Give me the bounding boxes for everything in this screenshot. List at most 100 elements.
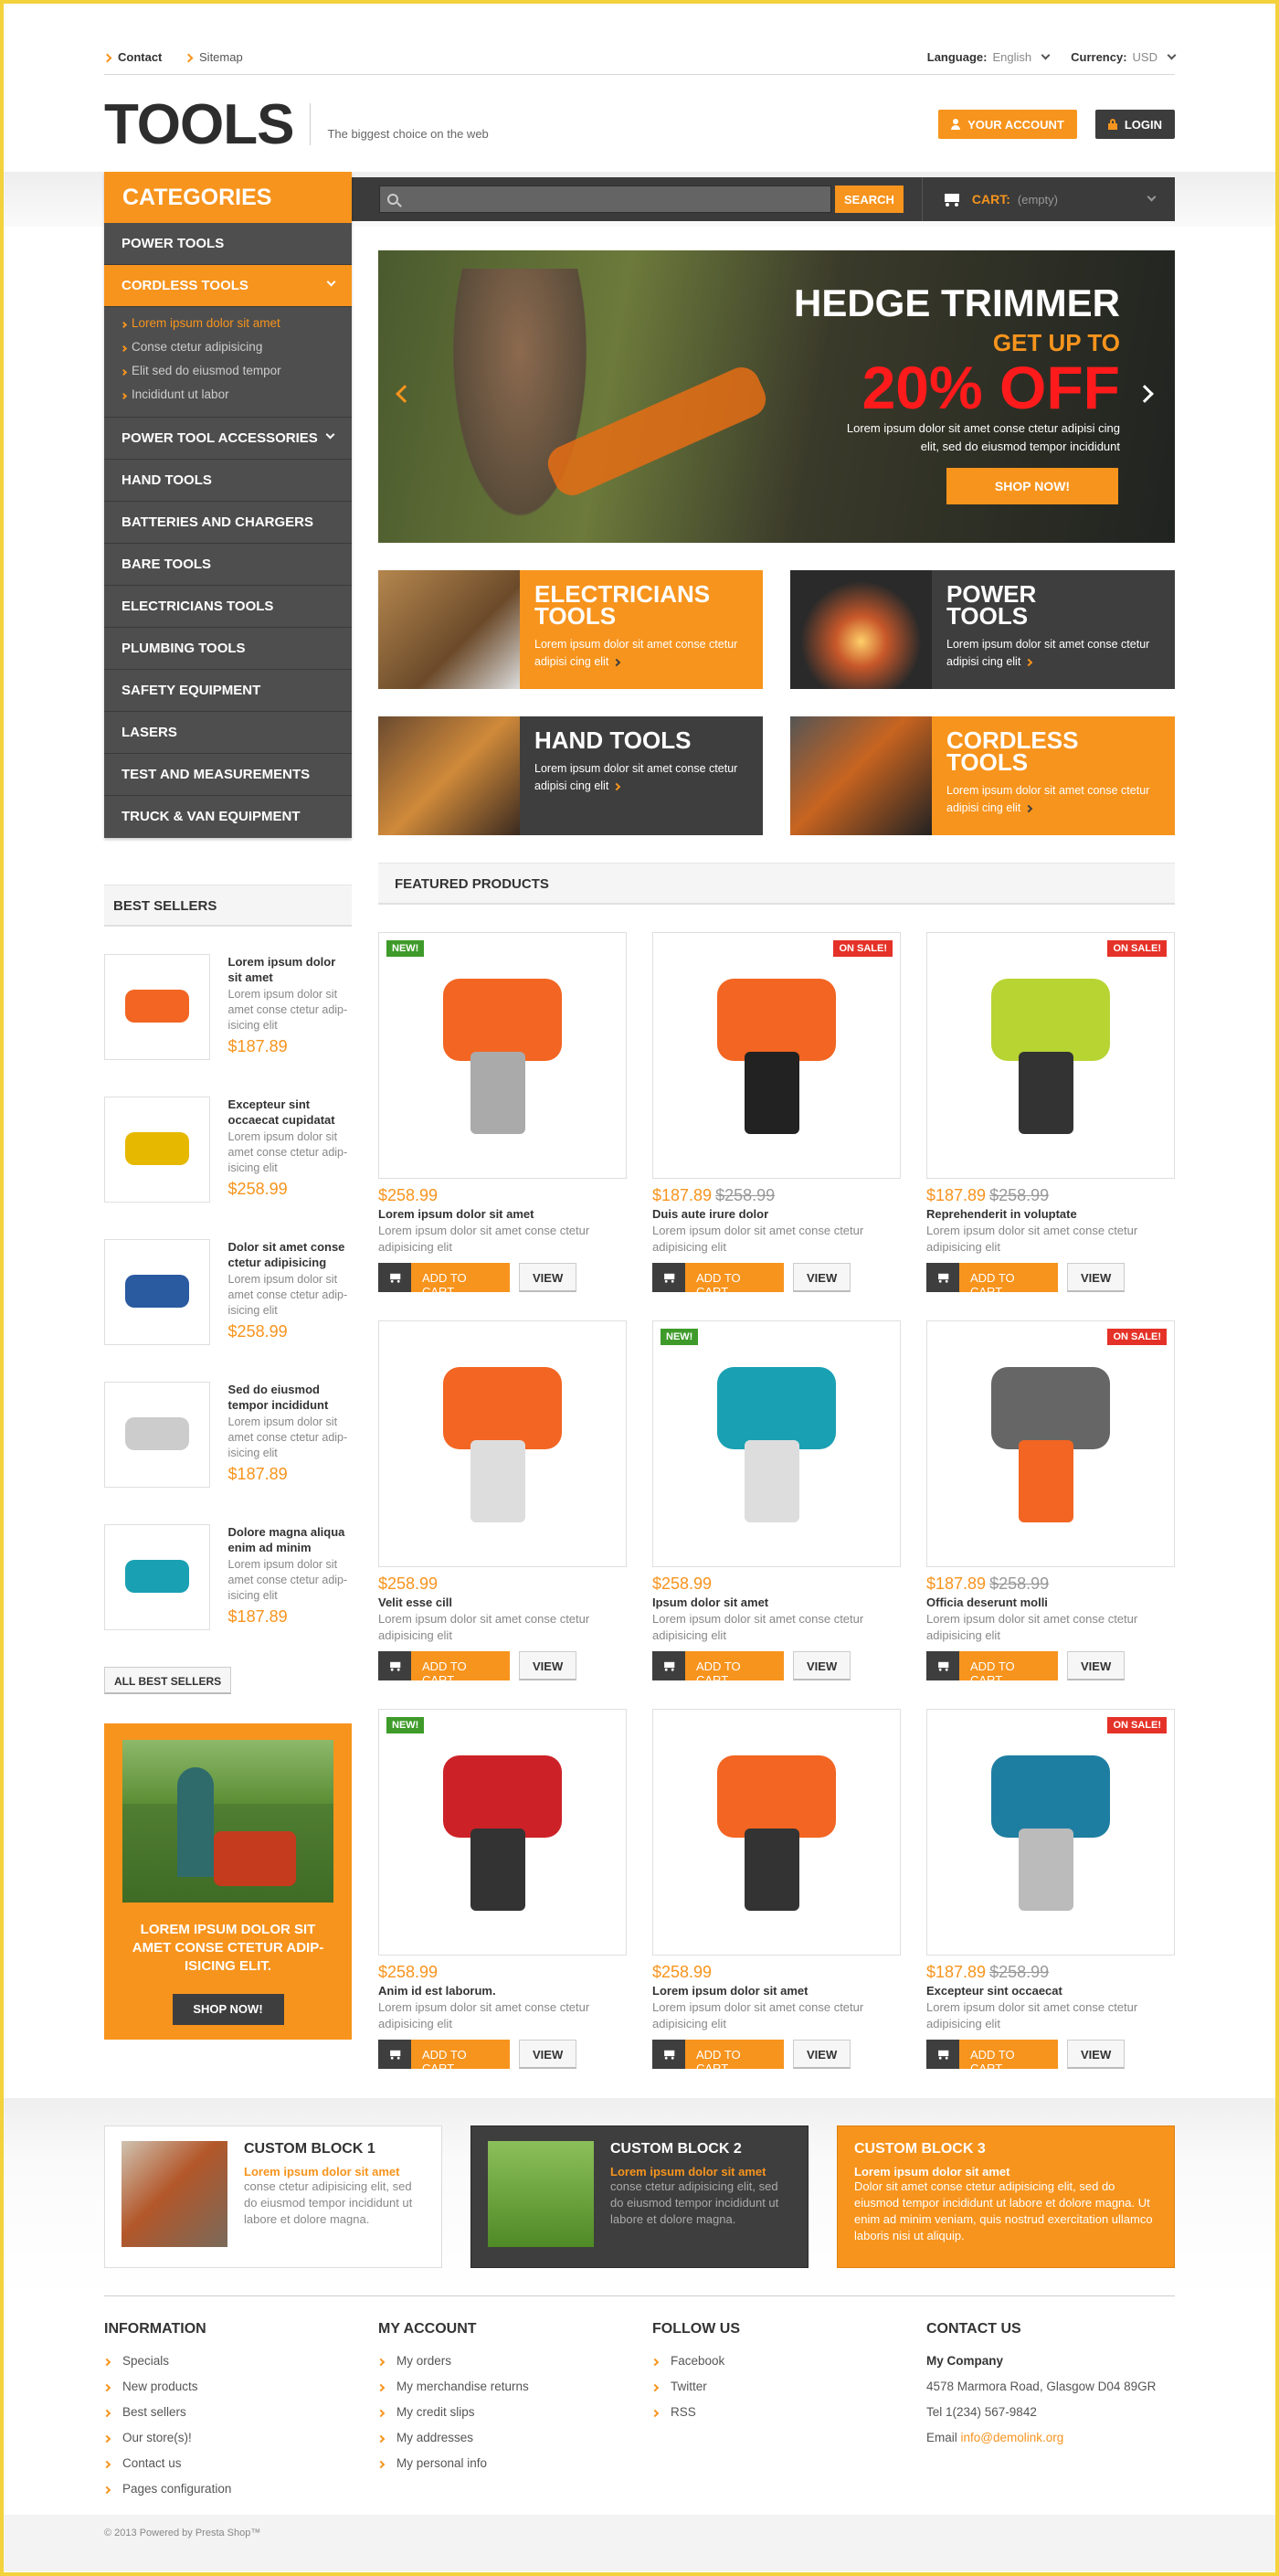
best-seller-item[interactable]: Dolor sit amet conse ctetur adipisicing L…	[104, 1239, 352, 1358]
category-bare-tools[interactable]: BARE TOOLS	[104, 544, 352, 586]
email-link[interactable]: info@demolink.org	[961, 2431, 1064, 2444]
category-cordless-tools[interactable]: CORDLESS TOOLS	[104, 265, 352, 307]
product-card[interactable]: ON SALE! $187.89 $258.99 Duis aute irure do…	[652, 932, 901, 1299]
twitter-link[interactable]: Twitter	[650, 2380, 917, 2405]
add-to-cart-button[interactable]: ADD TO CART	[652, 2040, 784, 2075]
view-button[interactable]: VIEW	[519, 1263, 577, 1292]
footer-link[interactable]: My credit slips	[376, 2405, 643, 2431]
product-card[interactable]: $258.99 Velit esse cill Lorem ipsum dolor …	[378, 1320, 627, 1687]
product-name[interactable]: Reprehenderit in voluptate	[926, 1207, 1175, 1221]
footer-link[interactable]: Specials	[102, 2354, 369, 2380]
product-image[interactable]	[378, 1320, 627, 1567]
contact-link[interactable]: Contact	[118, 50, 162, 64]
footer-link[interactable]: Contact us	[102, 2456, 369, 2482]
footer-link[interactable]: My addresses	[376, 2431, 643, 2456]
category-power-tool-accessories[interactable]: POWER TOOL ACCESSORIES	[104, 418, 352, 460]
product-name[interactable]: Duis aute irure dolor	[652, 1207, 901, 1221]
hero-shop-now-button[interactable]: SHOP NOW!	[946, 468, 1118, 504]
best-seller-image[interactable]	[104, 1382, 210, 1488]
product-image[interactable]: ON SALE!	[926, 932, 1175, 1179]
best-seller-item[interactable]: Dolore magna aliqua enim ad minim Lorem i…	[104, 1524, 352, 1643]
promo-shop-now-button[interactable]: SHOP NOW!	[172, 1994, 284, 2025]
product-image[interactable]: NEW!	[378, 1709, 627, 1956]
best-seller-item[interactable]: Lorem ipsum dolor sit amet Lorem ipsum do…	[104, 954, 352, 1073]
view-button[interactable]: VIEW	[519, 1651, 577, 1680]
category-lasers[interactable]: LASERS	[104, 712, 352, 754]
product-image[interactable]: NEW!	[378, 932, 627, 1179]
footer-link[interactable]: Best sellers	[102, 2405, 369, 2431]
search-input[interactable]	[379, 186, 831, 213]
category-plumbing-tools[interactable]: PLUMBING TOOLS	[104, 628, 352, 670]
footer-link[interactable]: My merchandise returns	[376, 2380, 643, 2405]
add-to-cart-button[interactable]: ADD TO CART	[926, 1651, 1058, 1687]
subcategory-item[interactable]: Incididunt ut labor	[120, 387, 334, 411]
category-batteries-chargers[interactable]: BATTERIES AND CHARGERS	[104, 502, 352, 544]
view-button[interactable]: VIEW	[793, 1651, 851, 1680]
product-name[interactable]: Velit esse cill	[378, 1595, 627, 1609]
footer-link[interactable]: My orders	[376, 2354, 643, 2380]
add-to-cart-button[interactable]: ADD TO CART	[926, 2040, 1058, 2075]
product-name[interactable]: Lorem ipsum dolor sit amet	[652, 1984, 901, 1998]
facebook-link[interactable]: Facebook	[650, 2354, 917, 2380]
logo[interactable]: TOOLS	[104, 92, 294, 157]
add-to-cart-button[interactable]: ADD TO CART	[378, 1263, 510, 1299]
product-card[interactable]: NEW! $258.99 Ipsum dolor sit amet Lorem ips…	[652, 1320, 901, 1687]
tile-cordless-tools[interactable]: CORDLESS TOOLS Lorem ipsum dolor sit amet …	[790, 716, 1175, 835]
language-selector[interactable]: Language: English	[927, 50, 1051, 64]
category-electricians-tools[interactable]: ELECTRICIANS TOOLS	[104, 586, 352, 628]
product-name[interactable]: Lorem ipsum dolor sit amet	[378, 1207, 627, 1221]
product-card[interactable]: NEW! $258.99 Lorem ipsum dolor sit amet Lor…	[378, 932, 627, 1299]
subcategory-item[interactable]: Lorem ipsum dolor sit amet	[120, 316, 334, 340]
best-seller-name[interactable]: Sed do eiusmod tempor incididunt	[228, 1382, 352, 1413]
your-account-button[interactable]: YOUR ACCOUNT	[938, 110, 1077, 139]
product-name[interactable]: Excepteur sint occaecat	[926, 1984, 1175, 1998]
best-seller-item[interactable]: Excepteur sint occaecat cupidatat Lorem i…	[104, 1097, 352, 1215]
cart-dropdown[interactable]: CART: (empty)	[921, 177, 1175, 221]
best-seller-name[interactable]: Lorem ipsum dolor sit amet	[228, 954, 352, 985]
product-name[interactable]: Officia deserunt molli	[926, 1595, 1175, 1609]
category-power-tools[interactable]: POWER TOOLS	[104, 223, 352, 265]
view-button[interactable]: VIEW	[1067, 1263, 1126, 1292]
subcategory-item[interactable]: Conse ctetur adipisicing	[120, 340, 334, 364]
view-button[interactable]: VIEW	[519, 2040, 577, 2069]
view-button[interactable]: VIEW	[1067, 1651, 1126, 1680]
rss-link[interactable]: RSS	[650, 2405, 917, 2431]
add-to-cart-button[interactable]: ADD TO CART	[378, 1651, 510, 1687]
add-to-cart-button[interactable]: ADD TO CART	[378, 2040, 510, 2075]
view-button[interactable]: VIEW	[793, 2040, 851, 2069]
search-button[interactable]: SEARCH	[835, 186, 904, 213]
footer-link[interactable]: My personal info	[376, 2456, 643, 2482]
category-safety-equipment[interactable]: SAFETY EQUIPMENT	[104, 670, 352, 712]
tile-hand-tools[interactable]: HAND TOOLS Lorem ipsum dolor sit amet con…	[378, 716, 763, 835]
best-seller-name[interactable]: Excepteur sint occaecat cupidatat	[228, 1097, 352, 1128]
category-test-measurements[interactable]: TEST AND MEASUREMENTS	[104, 754, 352, 796]
subcategory-item[interactable]: Elit sed do eiusmod tempor	[120, 364, 334, 387]
add-to-cart-button[interactable]: ADD TO CART	[652, 1651, 784, 1687]
footer-link[interactable]: Our store(s)!	[102, 2431, 369, 2456]
tile-electricians-tools[interactable]: ELECTRICIANS TOOLS Lorem ipsum dolor sit a…	[378, 570, 763, 689]
product-image[interactable]: ON SALE!	[926, 1320, 1175, 1567]
best-seller-name[interactable]: Dolore magna aliqua enim ad minim	[228, 1524, 352, 1555]
login-button[interactable]: LOGIN	[1094, 110, 1175, 139]
view-button[interactable]: VIEW	[1067, 2040, 1126, 2069]
slider-next-icon[interactable]	[1136, 385, 1154, 403]
product-card[interactable]: ON SALE! $187.89 $258.99 Reprehenderit in v…	[926, 932, 1175, 1299]
best-seller-image[interactable]	[104, 1524, 210, 1630]
product-name[interactable]: Anim id est laborum.	[378, 1984, 627, 1998]
product-card[interactable]: ON SALE! $187.89 $258.99 Officia deserunt m…	[926, 1320, 1175, 1687]
footer-link[interactable]: New products	[102, 2380, 369, 2405]
best-seller-image[interactable]	[104, 1239, 210, 1345]
view-button[interactable]: VIEW	[793, 1263, 851, 1292]
product-card[interactable]: $258.99 Lorem ipsum dolor sit amet Lorem i…	[652, 1709, 901, 2075]
product-image[interactable]: NEW!	[652, 1320, 901, 1567]
hero-slider[interactable]: HEDGE TRIMMER GET UP TO 20% OFF Lorem ip…	[378, 250, 1175, 543]
product-image[interactable]: ON SALE!	[926, 1709, 1175, 1956]
tile-power-tools[interactable]: POWER TOOLS Lorem ipsum dolor sit amet con…	[790, 570, 1175, 689]
category-hand-tools[interactable]: HAND TOOLS	[104, 460, 352, 502]
product-image[interactable]: ON SALE!	[652, 932, 901, 1179]
slider-prev-icon[interactable]	[396, 385, 414, 403]
add-to-cart-button[interactable]: ADD TO CART	[926, 1263, 1058, 1299]
category-truck-van[interactable]: TRUCK & VAN EQUIPMENT	[104, 796, 352, 838]
sitemap-link[interactable]: Sitemap	[199, 50, 243, 64]
footer-link[interactable]: Pages configuration	[102, 2482, 369, 2507]
